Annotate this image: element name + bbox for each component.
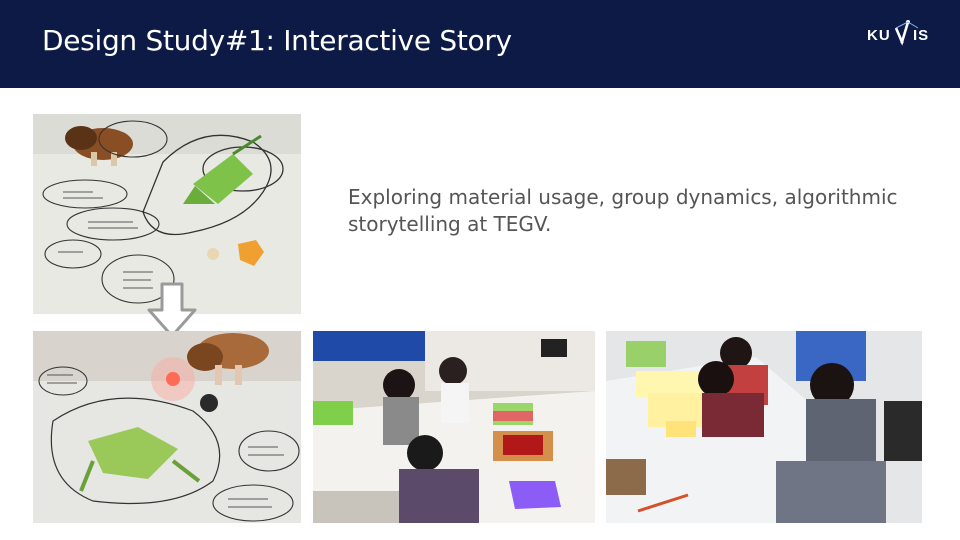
children-classroom-photo bbox=[313, 331, 595, 523]
kuis-logo-icon: KU IS bbox=[867, 20, 929, 46]
robot-lizard-photo bbox=[33, 331, 301, 523]
down-arrow-icon bbox=[147, 282, 197, 338]
svg-text:KU: KU bbox=[867, 27, 891, 44]
slide-caption: Exploring material usage, group dynamics… bbox=[348, 185, 898, 236]
slide-title: Design Study#1: Interactive Story bbox=[42, 24, 512, 57]
children-sticky-notes-photo bbox=[606, 331, 922, 523]
slide-header: Design Study#1: Interactive Story KU IS bbox=[0, 0, 960, 88]
svg-text:IS: IS bbox=[913, 27, 929, 44]
